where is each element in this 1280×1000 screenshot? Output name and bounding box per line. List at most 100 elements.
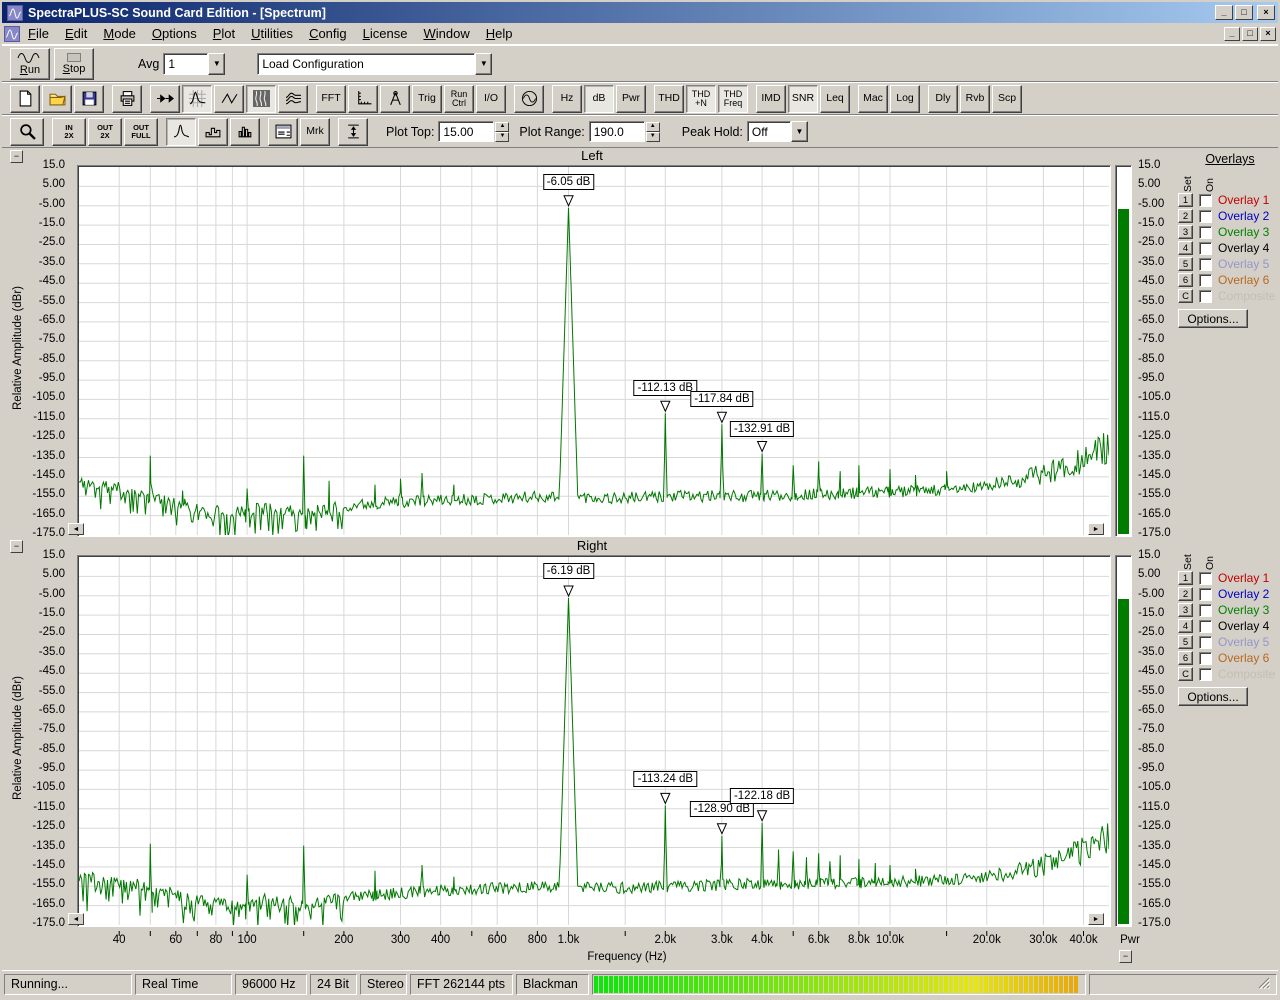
- menu-license[interactable]: License: [355, 24, 416, 43]
- document-icon[interactable]: [4, 25, 20, 42]
- surface-view-icon: [285, 90, 302, 107]
- spectrum-plot-right[interactable]: -6.19 dB -113.24 dB -128.90 dB -122.18 dB: [77, 555, 1111, 927]
- step-plot-style-button[interactable]: [198, 117, 228, 146]
- zoom-icon: [19, 123, 36, 140]
- child-restore-button[interactable]: □: [1242, 26, 1258, 41]
- run-control-button[interactable]: Run Ctrl: [444, 84, 474, 113]
- menu-window[interactable]: Window: [415, 24, 477, 43]
- plot-range-up-icon[interactable]: ▲: [645, 121, 660, 132]
- stop-button-toolbar[interactable]: Stop: [54, 47, 94, 80]
- bar-plot-style-button[interactable]: [230, 117, 260, 146]
- spectrogram-view-button[interactable]: [246, 84, 276, 113]
- maximize-button[interactable]: □: [1235, 5, 1253, 20]
- power-meter-left: [1115, 165, 1132, 537]
- units-db-button[interactable]: dB: [584, 84, 614, 113]
- plot-range-value[interactable]: 190.0: [588, 121, 645, 142]
- menu-options[interactable]: Options: [144, 24, 205, 43]
- progress-segment: [804, 975, 808, 993]
- scroll-left-icon[interactable]: ◄: [68, 523, 84, 535]
- calibration-button[interactable]: [380, 84, 410, 113]
- avg-dropdown-icon[interactable]: ▼: [208, 52, 226, 75]
- y-tick-label: 15.0: [42, 159, 65, 171]
- menu-config[interactable]: Config: [301, 24, 355, 43]
- peak-hold-dropdown-icon[interactable]: ▼: [790, 121, 808, 142]
- units-hz-button[interactable]: Hz: [552, 84, 582, 113]
- waveform-view-button[interactable]: [214, 84, 244, 113]
- plot-top-spinner: 15.00 ▲ ▼: [438, 121, 510, 142]
- spectrum-view-button[interactable]: [182, 84, 212, 113]
- menu-help[interactable]: Help: [478, 24, 521, 43]
- child-minimize-button[interactable]: _: [1224, 26, 1240, 41]
- reverb-button[interactable]: Rvb: [960, 84, 990, 113]
- avg-combobox[interactable]: 1 ▼: [163, 52, 226, 75]
- surface-view-button[interactable]: [278, 84, 308, 113]
- y-tick-label: -5.00: [38, 197, 65, 210]
- menu-plot[interactable]: Plot: [205, 24, 243, 43]
- process-forward-button[interactable]: [150, 84, 180, 113]
- plot-top-value[interactable]: 15.00: [438, 121, 495, 142]
- progress-segment: [704, 975, 708, 993]
- zoom-button[interactable]: [10, 117, 44, 146]
- load-configuration-combobox[interactable]: Load Configuration ▼: [257, 52, 493, 75]
- load-configuration-dropdown-icon[interactable]: ▼: [475, 52, 493, 75]
- peak-annotation: -122.18 dB: [729, 788, 795, 804]
- thd-vs-freq-button[interactable]: THD Freq: [718, 84, 748, 113]
- plot-block-left: − Left Relative Amplitude (dBr) 15.0 15.0 5.0…: [2, 148, 1278, 539]
- display-options-button[interactable]: [268, 117, 298, 146]
- peak-annotation: -113.24 dB: [633, 771, 698, 787]
- thd-plus-n-button[interactable]: THD +N: [686, 84, 716, 113]
- save-file-button[interactable]: [74, 84, 104, 113]
- leq-button[interactable]: Leq: [820, 84, 850, 113]
- markers-button[interactable]: Mrk: [300, 117, 330, 146]
- spectrum-plot-left[interactable]: -6.05 dB -112.13 dB -117.84 dB -132.91 dB: [77, 165, 1111, 537]
- resize-grip-icon[interactable]: [1257, 976, 1271, 992]
- y-tick-label: -45.0: [38, 665, 65, 678]
- zoom-out-2x-button[interactable]: OUT 2X: [88, 117, 122, 146]
- macro-button[interactable]: Mac: [858, 84, 888, 113]
- scroll-right-icon[interactable]: ►: [1088, 523, 1104, 535]
- open-file-button[interactable]: [42, 84, 72, 113]
- scroll-left-icon[interactable]: ◄: [68, 913, 84, 925]
- fft-settings-button[interactable]: FFT: [316, 84, 346, 113]
- menu-items: File Edit Mode Options Plot Utilities Config Li…: [20, 24, 520, 43]
- run-button[interactable]: Run: [10, 47, 50, 80]
- line-plot-style-button[interactable]: [166, 117, 196, 146]
- scaling-button[interactable]: [348, 84, 378, 113]
- y-tick-label-right: -55.0: [1138, 294, 1165, 307]
- new-file-button[interactable]: [10, 84, 40, 113]
- imd-button[interactable]: IMD: [756, 84, 786, 113]
- zoom-out-full-label: OUT FULL: [131, 122, 151, 140]
- markers-label: Mrk: [306, 125, 324, 137]
- y-tick-label: -115.0: [33, 410, 65, 423]
- zoom-out-full-button[interactable]: OUT FULL: [124, 117, 158, 146]
- menu-edit[interactable]: Edit: [57, 24, 95, 43]
- signal-generator-button[interactable]: [514, 84, 544, 113]
- minimize-button[interactable]: _: [1215, 5, 1233, 20]
- power-spectrum-button[interactable]: Pwr: [616, 84, 646, 113]
- power-meter-right: [1115, 555, 1132, 927]
- trigger-button[interactable]: Trig: [412, 84, 442, 113]
- scroll-right-icon[interactable]: ►: [1088, 913, 1104, 925]
- plot-top-down-icon[interactable]: ▼: [495, 131, 510, 142]
- close-button[interactable]: ×: [1257, 5, 1275, 20]
- step-plot-style-icon: [205, 123, 222, 140]
- peak-hold-combobox[interactable]: Off ▼: [746, 121, 808, 142]
- collapse-meter-icon[interactable]: −: [1119, 950, 1132, 963]
- y-tick-label: -45.0: [38, 275, 65, 288]
- menu-mode[interactable]: Mode: [95, 24, 144, 43]
- plot-range-down-icon[interactable]: ▼: [645, 131, 660, 142]
- zoom-in-2x-button[interactable]: IN 2X: [52, 117, 86, 146]
- io-device-button[interactable]: I/O: [476, 84, 506, 113]
- y-tick-label-right: -35.0: [1138, 255, 1165, 268]
- menu-file[interactable]: File: [20, 24, 57, 43]
- print-button[interactable]: [112, 84, 142, 113]
- menu-utilities[interactable]: Utilities: [243, 24, 301, 43]
- scope-button[interactable]: Scp: [992, 84, 1022, 113]
- amplitude-range-button[interactable]: [338, 117, 368, 146]
- logging-button[interactable]: Log: [890, 84, 920, 113]
- child-close-button[interactable]: ×: [1260, 26, 1276, 41]
- snr-button[interactable]: SNR: [788, 84, 818, 113]
- plot-top-up-icon[interactable]: ▲: [495, 121, 510, 132]
- delay-button[interactable]: Dly: [928, 84, 958, 113]
- thd-button[interactable]: THD: [654, 84, 684, 113]
